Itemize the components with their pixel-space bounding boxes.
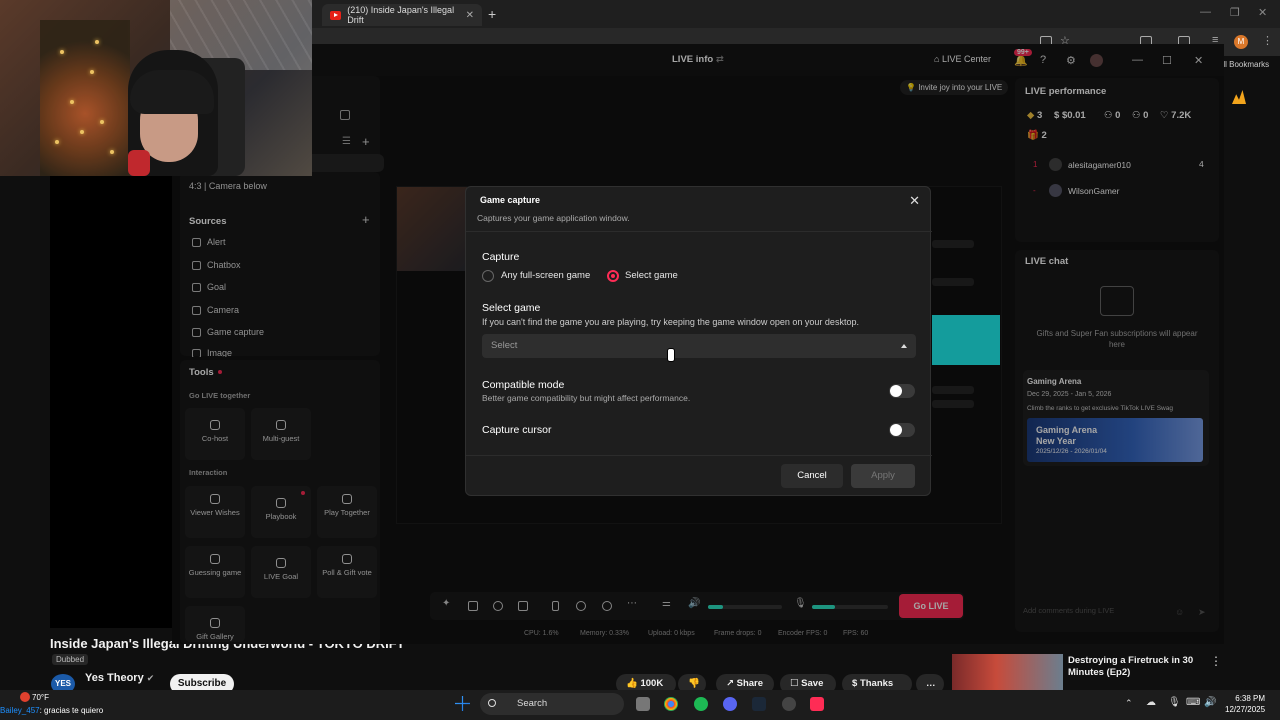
rec-thumbnail[interactable] <box>952 654 1063 694</box>
radio-select-game[interactable] <box>607 270 619 282</box>
radio-any-game-label[interactable]: Any full-screen game <box>501 270 590 281</box>
channel-name[interactable]: Yes Theory ✔ <box>85 672 154 684</box>
webcam-overlay <box>0 0 312 176</box>
capture-label: Capture <box>482 251 520 263</box>
network-icon[interactable]: ⌨ <box>1186 697 1200 708</box>
thanks-icon: $ <box>852 678 858 689</box>
youtube-icon <box>330 10 342 20</box>
spotify-icon[interactable] <box>694 697 708 711</box>
radio-any-game[interactable] <box>482 270 494 282</box>
save-icon: ☐ <box>790 678 799 689</box>
profile-avatar[interactable]: M <box>1234 35 1248 49</box>
close-icon[interactable]: ✕ <box>909 193 920 209</box>
stream-chat-message: Bailey_457: gracias te quiero <box>0 706 103 715</box>
clock-time: 6:38 PM <box>1235 694 1266 703</box>
save-label: Save <box>801 678 824 689</box>
all-bookmarks[interactable]: All Bookmarks <box>1218 60 1269 69</box>
extension-logo-icon[interactable] <box>1232 90 1246 104</box>
video-player[interactable] <box>50 176 172 628</box>
tab-title: (210) Inside Japan's Illegal Drift <box>347 5 455 25</box>
thumbs-down-icon: 👎 <box>688 678 700 689</box>
browser-tab[interactable]: (210) Inside Japan's Illegal Drift ✕ <box>322 4 482 26</box>
kebab-menu-icon[interactable]: ⋮ <box>1262 34 1274 47</box>
restore-icon[interactable]: ❐ <box>1230 6 1240 19</box>
chat-text: : gracias te quiero <box>39 706 104 715</box>
dialog-title: Game capture <box>480 195 541 205</box>
chrome-icon[interactable] <box>664 697 678 711</box>
close-window-icon[interactable]: ✕ <box>1258 6 1267 19</box>
compatible-mode-label: Compatible mode <box>482 379 565 391</box>
volume-tray-icon[interactable]: 🔊 <box>1204 697 1216 708</box>
tiktok-live-icon[interactable] <box>810 697 824 711</box>
capture-cursor-toggle[interactable] <box>889 423 915 437</box>
weather-widget[interactable]: 70°F <box>32 693 49 702</box>
select-game-hint: If you can't find the game you are playi… <box>482 317 859 327</box>
select-placeholder: Select <box>491 340 518 351</box>
search-label: Search <box>517 698 548 709</box>
divider <box>466 231 932 232</box>
game-select-dropdown[interactable]: Select <box>482 334 916 358</box>
streamer-hair <box>130 70 214 114</box>
apply-button[interactable]: Apply <box>851 464 915 488</box>
file-explorer-icon[interactable] <box>636 697 650 711</box>
verified-icon: ✔ <box>146 673 155 683</box>
dubbed-badge: Dubbed <box>52 654 89 665</box>
chevron-up-icon <box>901 344 907 348</box>
mouse-cursor <box>667 348 675 362</box>
share-label: Share <box>736 678 764 689</box>
game-capture-dialog: Game capture Captures your game applicat… <box>465 186 932 496</box>
new-tab-button[interactable]: + <box>488 6 496 22</box>
taskbar-clock[interactable]: 6:38 PM 12/27/2025 <box>1225 693 1265 715</box>
channel-name-text: Yes Theory <box>85 672 144 684</box>
cloud-icon[interactable]: ☁ <box>1146 697 1156 708</box>
share-icon: ↗ <box>726 678 734 689</box>
dialog-subtitle: Captures your game application window. <box>477 213 630 223</box>
minimize-icon[interactable]: — <box>1200 6 1211 18</box>
christmas-tree <box>40 20 130 176</box>
cancel-button[interactable]: Cancel <box>781 464 843 488</box>
thumbs-up-icon: 👍 <box>626 678 638 689</box>
divider <box>466 455 932 456</box>
search-icon <box>488 699 496 707</box>
mic-tray-icon[interactable]: 🎙 <box>1168 697 1181 708</box>
rec-more-icon[interactable]: ⋮ <box>1210 654 1222 668</box>
capture-cursor-label: Capture cursor <box>482 424 552 436</box>
compatible-mode-desc: Better game compatibility but might affe… <box>482 393 691 403</box>
like-count: 100K <box>640 678 664 689</box>
discord-icon[interactable] <box>723 697 737 711</box>
app-icon[interactable] <box>782 697 796 711</box>
radio-select-game-label[interactable]: Select game <box>625 270 678 281</box>
thanks-label: Thanks <box>859 678 894 689</box>
taskbar-search[interactable]: Search <box>480 693 624 715</box>
select-game-label: Select game <box>482 302 541 314</box>
clock-date: 12/27/2025 <box>1225 705 1266 714</box>
chat-user: Bailey_457 <box>0 706 40 715</box>
red-cup <box>128 150 150 176</box>
tray-up-icon[interactable]: ⌃ <box>1125 698 1133 709</box>
rec-title[interactable]: Destroying a Firetruck in 30 Minutes (Ep… <box>1068 655 1198 679</box>
compatible-mode-toggle[interactable] <box>889 384 915 398</box>
tab-close-icon[interactable]: ✕ <box>466 10 474 21</box>
weather-alert-icon <box>20 692 30 702</box>
steam-icon[interactable] <box>752 697 766 711</box>
